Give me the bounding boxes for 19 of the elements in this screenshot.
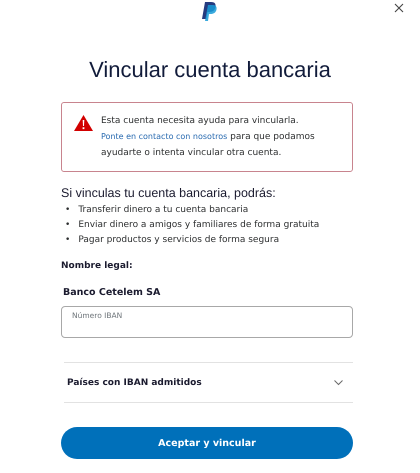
bullet: •: [65, 219, 70, 232]
benefits-heading: Si vinculas tu cuenta bancaria, podrás:: [61, 186, 277, 201]
chevron-icon: [334, 380, 343, 386]
accept-link-button[interactable]: Aceptar y vincular: [61, 427, 353, 459]
benefit-item: Enviar dinero a amigos y familiares de forma gratuita: [78, 219, 320, 232]
bullet: •: [65, 204, 70, 217]
contact-link[interactable]: Ponte en contacto con nosotros: [101, 132, 228, 141]
alert-message: Esta cuenta necesita ayuda para vincularla. Ponte en contacto con nosotros para que podamos ayudarte o intenta vincular otra cuenta.: [101, 115, 316, 160]
legal-name-label: Nombre legal:: [61, 261, 134, 271]
benefit-item: Pagar productos y servicios de forma segura: [78, 234, 280, 247]
page-title: Vincular cuenta bancaria: [89, 57, 331, 83]
warning-icon: [74, 115, 93, 131]
iban-countries-accordion[interactable]: Países con IBAN admitidos: [64, 362, 353, 403]
close-icon: [394, 3, 404, 13]
benefit-item: Transferir dinero a tu cuenta bancaria: [78, 204, 248, 217]
bullet: •: [65, 234, 70, 247]
legal-name-value: Banco Cetelem SA: [63, 287, 162, 298]
logo-icon: [202, 2, 218, 21]
close-button[interactable]: [392, 1, 406, 15]
